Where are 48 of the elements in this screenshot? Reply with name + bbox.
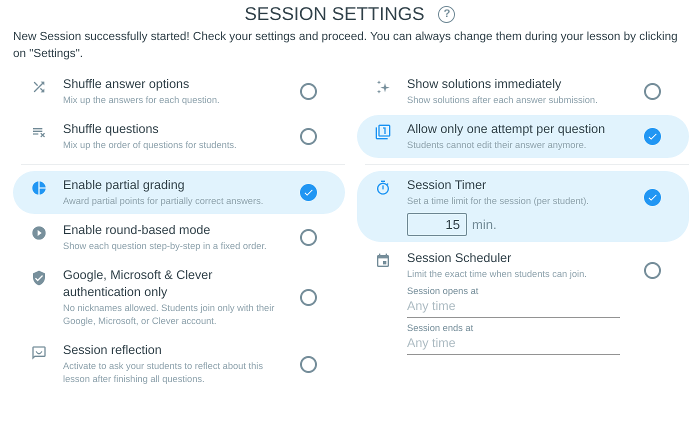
radio-button[interactable] — [644, 262, 660, 279]
check-icon — [646, 131, 658, 142]
option-title: Allow only one attempt per question — [407, 121, 606, 138]
option-title: Session Scheduler — [407, 250, 512, 267]
checked-radio[interactable] — [644, 189, 660, 206]
radio-button[interactable] — [300, 356, 316, 372]
option-description: Limit the exact time when students can join. — [407, 268, 588, 281]
calendar-icon — [375, 253, 391, 269]
option-description: Show solutions after each answer submission. — [407, 94, 599, 107]
option-title: Shuffle questions — [63, 121, 160, 138]
pie-chart-icon — [31, 180, 47, 196]
option-description: Mix up the answers for each question. — [63, 94, 221, 107]
single-attempt-icon — [375, 124, 391, 140]
field-label: Session ends at — [407, 323, 474, 333]
option-description: Show each question step-by-step in a fixed order. — [63, 240, 268, 253]
checked-radio[interactable] — [644, 128, 660, 145]
page-title: SESSION SETTINGS — [244, 3, 424, 25]
option-description: Award partial points for partially correct answers. — [63, 195, 264, 208]
radio-button[interactable] — [644, 83, 660, 100]
option-title: Shuffle answer options — [63, 76, 190, 93]
option-description: Set a time limit for the session (per student). — [407, 195, 590, 208]
radio-button[interactable] — [300, 229, 316, 246]
option-description: No nicknames allowed. Students join only with their Google, Microsoft, or Clever account. — [63, 302, 276, 328]
play-icon — [31, 225, 47, 241]
unit-label: min. — [472, 217, 497, 232]
intro-text: New Session successfully started! Check your settings and proceed. You can always change them during your lesson by clicking on "Settings". — [13, 29, 679, 62]
check-icon — [302, 187, 314, 198]
radio-button[interactable] — [300, 289, 316, 306]
option-title: Enable partial grading — [63, 177, 186, 194]
shield-check-icon — [31, 270, 47, 286]
checked-radio[interactable] — [300, 184, 316, 201]
option-description: Activate to ask your students to reflect about this lesson after finishing all questions. — [63, 360, 264, 386]
option-description: Students cannot edit their answer anymore. — [407, 139, 588, 152]
option-title: Session Timer — [407, 177, 488, 194]
option-title: Enable round-based mode — [63, 222, 212, 239]
minutes-field[interactable]: 15 — [407, 213, 467, 236]
option-title: Session reflection — [63, 342, 163, 359]
message-icon — [31, 345, 47, 361]
radio-button[interactable] — [300, 83, 316, 100]
option-description: Mix up the order of questions for students. — [63, 139, 238, 152]
stopwatch-icon — [375, 180, 391, 196]
option-title: Show solutions immediately — [407, 76, 562, 93]
field-label: Session opens at — [407, 286, 480, 296]
option-title: Google, Microsoft & Clever authentication only — [63, 267, 214, 301]
check-icon — [646, 192, 658, 203]
shuffle-icon — [31, 79, 47, 95]
radio-button[interactable] — [300, 128, 316, 145]
sparkle-icon — [375, 79, 391, 95]
